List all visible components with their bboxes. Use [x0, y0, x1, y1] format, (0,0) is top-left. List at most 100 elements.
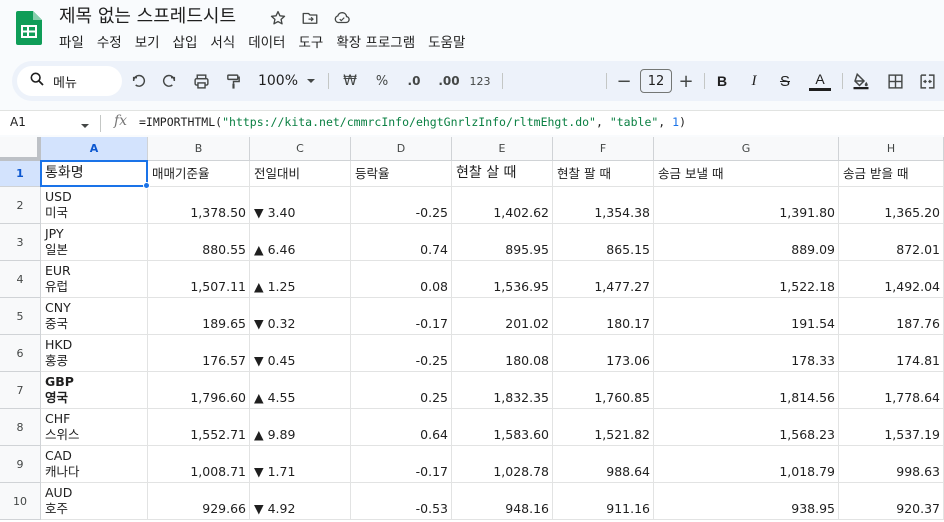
redo-icon[interactable]: [158, 61, 180, 101]
table-cell[interactable]: -0.25: [351, 187, 452, 224]
table-cell[interactable]: 0.25: [351, 372, 452, 409]
table-cell[interactable]: ▼ 0.45: [250, 335, 351, 372]
table-cell[interactable]: 1,796.60: [148, 372, 250, 409]
percent-format-button[interactable]: %: [372, 61, 392, 101]
table-cell[interactable]: 1,008.71: [148, 446, 250, 483]
header-cell[interactable]: 현찰 살 때: [452, 161, 553, 187]
column-header-g[interactable]: G: [654, 137, 839, 161]
table-cell[interactable]: 880.55: [148, 224, 250, 261]
table-cell[interactable]: 1,521.82: [553, 409, 654, 446]
table-cell[interactable]: 180.08: [452, 335, 553, 372]
table-cell[interactable]: 1,583.60: [452, 409, 553, 446]
table-cell[interactable]: 1,477.27: [553, 261, 654, 298]
header-cell[interactable]: 송금 보낼 때: [654, 161, 839, 187]
header-cell[interactable]: 전일대비: [250, 161, 351, 187]
column-header-b[interactable]: B: [148, 137, 250, 161]
currency-cell[interactable]: CNY 중국: [41, 298, 148, 335]
zoom-select[interactable]: 100%: [256, 61, 300, 101]
table-cell[interactable]: 1,536.95: [452, 261, 553, 298]
decrease-decimal-button[interactable]: .0: [402, 61, 426, 101]
table-cell[interactable]: 920.37: [839, 483, 944, 520]
font-size-input[interactable]: 12: [640, 69, 672, 93]
table-cell[interactable]: 1,778.64: [839, 372, 944, 409]
header-cell[interactable]: 매매기준율: [148, 161, 250, 187]
table-cell[interactable]: -0.25: [351, 335, 452, 372]
italic-button[interactable]: I: [746, 61, 762, 101]
table-cell[interactable]: 0.08: [351, 261, 452, 298]
table-cell[interactable]: 1,814.56: [654, 372, 839, 409]
menu-format[interactable]: 서식: [210, 33, 235, 53]
row-header-7[interactable]: 7: [0, 372, 41, 409]
table-cell[interactable]: 1,391.80: [654, 187, 839, 224]
table-cell[interactable]: 1,832.35: [452, 372, 553, 409]
menu-tools[interactable]: 도구: [298, 33, 323, 53]
borders-icon[interactable]: [884, 61, 906, 101]
column-header-d[interactable]: D: [351, 137, 452, 161]
currency-cell[interactable]: HKD 홍콩: [41, 335, 148, 372]
table-cell[interactable]: 865.15: [553, 224, 654, 261]
table-cell[interactable]: 1,365.20: [839, 187, 944, 224]
print-icon[interactable]: [190, 61, 212, 101]
header-cell[interactable]: 송금 받을 때: [839, 161, 944, 187]
menu-insert[interactable]: 삽입: [173, 33, 198, 53]
row-header-4[interactable]: 4: [0, 261, 41, 298]
table-cell[interactable]: 1,028.78: [452, 446, 553, 483]
table-cell[interactable]: 1,378.50: [148, 187, 250, 224]
row-header-5[interactable]: 5: [0, 298, 41, 335]
currency-format-button[interactable]: ₩: [340, 61, 360, 101]
table-cell[interactable]: 191.54: [654, 298, 839, 335]
header-cell[interactable]: 등락율: [351, 161, 452, 187]
table-cell[interactable]: ▲ 4.55: [250, 372, 351, 409]
name-box-dropdown-icon[interactable]: [80, 116, 90, 135]
table-cell[interactable]: 1,552.71: [148, 409, 250, 446]
currency-cell[interactable]: JPY 일본: [41, 224, 148, 261]
table-cell[interactable]: ▲ 1.25: [250, 261, 351, 298]
currency-cell[interactable]: EUR 유럽: [41, 261, 148, 298]
menu-edit[interactable]: 수정: [97, 33, 122, 53]
name-box[interactable]: A1: [10, 115, 26, 129]
move-to-folder-icon[interactable]: [296, 8, 324, 28]
table-cell[interactable]: 180.17: [553, 298, 654, 335]
row-header-3[interactable]: 3: [0, 224, 41, 261]
text-color-button[interactable]: A: [808, 61, 832, 101]
table-cell[interactable]: 0.64: [351, 409, 452, 446]
table-cell[interactable]: 938.95: [654, 483, 839, 520]
table-cell[interactable]: 1,507.11: [148, 261, 250, 298]
table-cell[interactable]: 911.16: [553, 483, 654, 520]
table-cell[interactable]: 1,760.85: [553, 372, 654, 409]
table-cell[interactable]: 998.63: [839, 446, 944, 483]
currency-cell[interactable]: AUD 호주: [41, 483, 148, 520]
row-header-2[interactable]: 2: [0, 187, 41, 224]
table-cell[interactable]: 1,522.18: [654, 261, 839, 298]
fill-handle[interactable]: [143, 182, 150, 189]
header-cell[interactable]: 현찰 팔 때: [553, 161, 654, 187]
column-header-f[interactable]: F: [553, 137, 654, 161]
table-cell[interactable]: ▼ 0.32: [250, 298, 351, 335]
decrease-font-size-button[interactable]: −: [616, 61, 632, 101]
table-cell[interactable]: ▼ 4.92: [250, 483, 351, 520]
number-format-button[interactable]: 123: [468, 61, 492, 101]
table-cell[interactable]: 201.02: [452, 298, 553, 335]
fill-color-icon[interactable]: [850, 61, 872, 101]
table-cell[interactable]: 1,354.38: [553, 187, 654, 224]
table-cell[interactable]: 174.81: [839, 335, 944, 372]
column-header-a[interactable]: A: [41, 137, 148, 161]
select-all-corner[interactable]: [0, 137, 41, 161]
table-cell[interactable]: 1,402.62: [452, 187, 553, 224]
table-cell[interactable]: 176.57: [148, 335, 250, 372]
table-cell[interactable]: ▲ 6.46: [250, 224, 351, 261]
menu-help[interactable]: 도움말: [428, 33, 465, 53]
table-cell[interactable]: 189.65: [148, 298, 250, 335]
bold-button[interactable]: B: [714, 61, 730, 101]
table-cell[interactable]: 187.76: [839, 298, 944, 335]
row-header-1[interactable]: 1: [0, 161, 41, 187]
row-header-9[interactable]: 9: [0, 446, 41, 483]
spreadsheet-grid[interactable]: A B C D E F G H 1 2 3 4 5 6 7 8 9 10 통화명 매매기준율 전일대비 등락율 현찰 살 때…: [0, 137, 944, 522]
row-header-8[interactable]: 8: [0, 409, 41, 446]
table-cell[interactable]: 173.06: [553, 335, 654, 372]
menu-view[interactable]: 보기: [135, 33, 160, 53]
table-cell[interactable]: 178.33: [654, 335, 839, 372]
currency-cell[interactable]: CAD 캐나다: [41, 446, 148, 483]
column-header-e[interactable]: E: [452, 137, 553, 161]
table-cell[interactable]: 895.95: [452, 224, 553, 261]
